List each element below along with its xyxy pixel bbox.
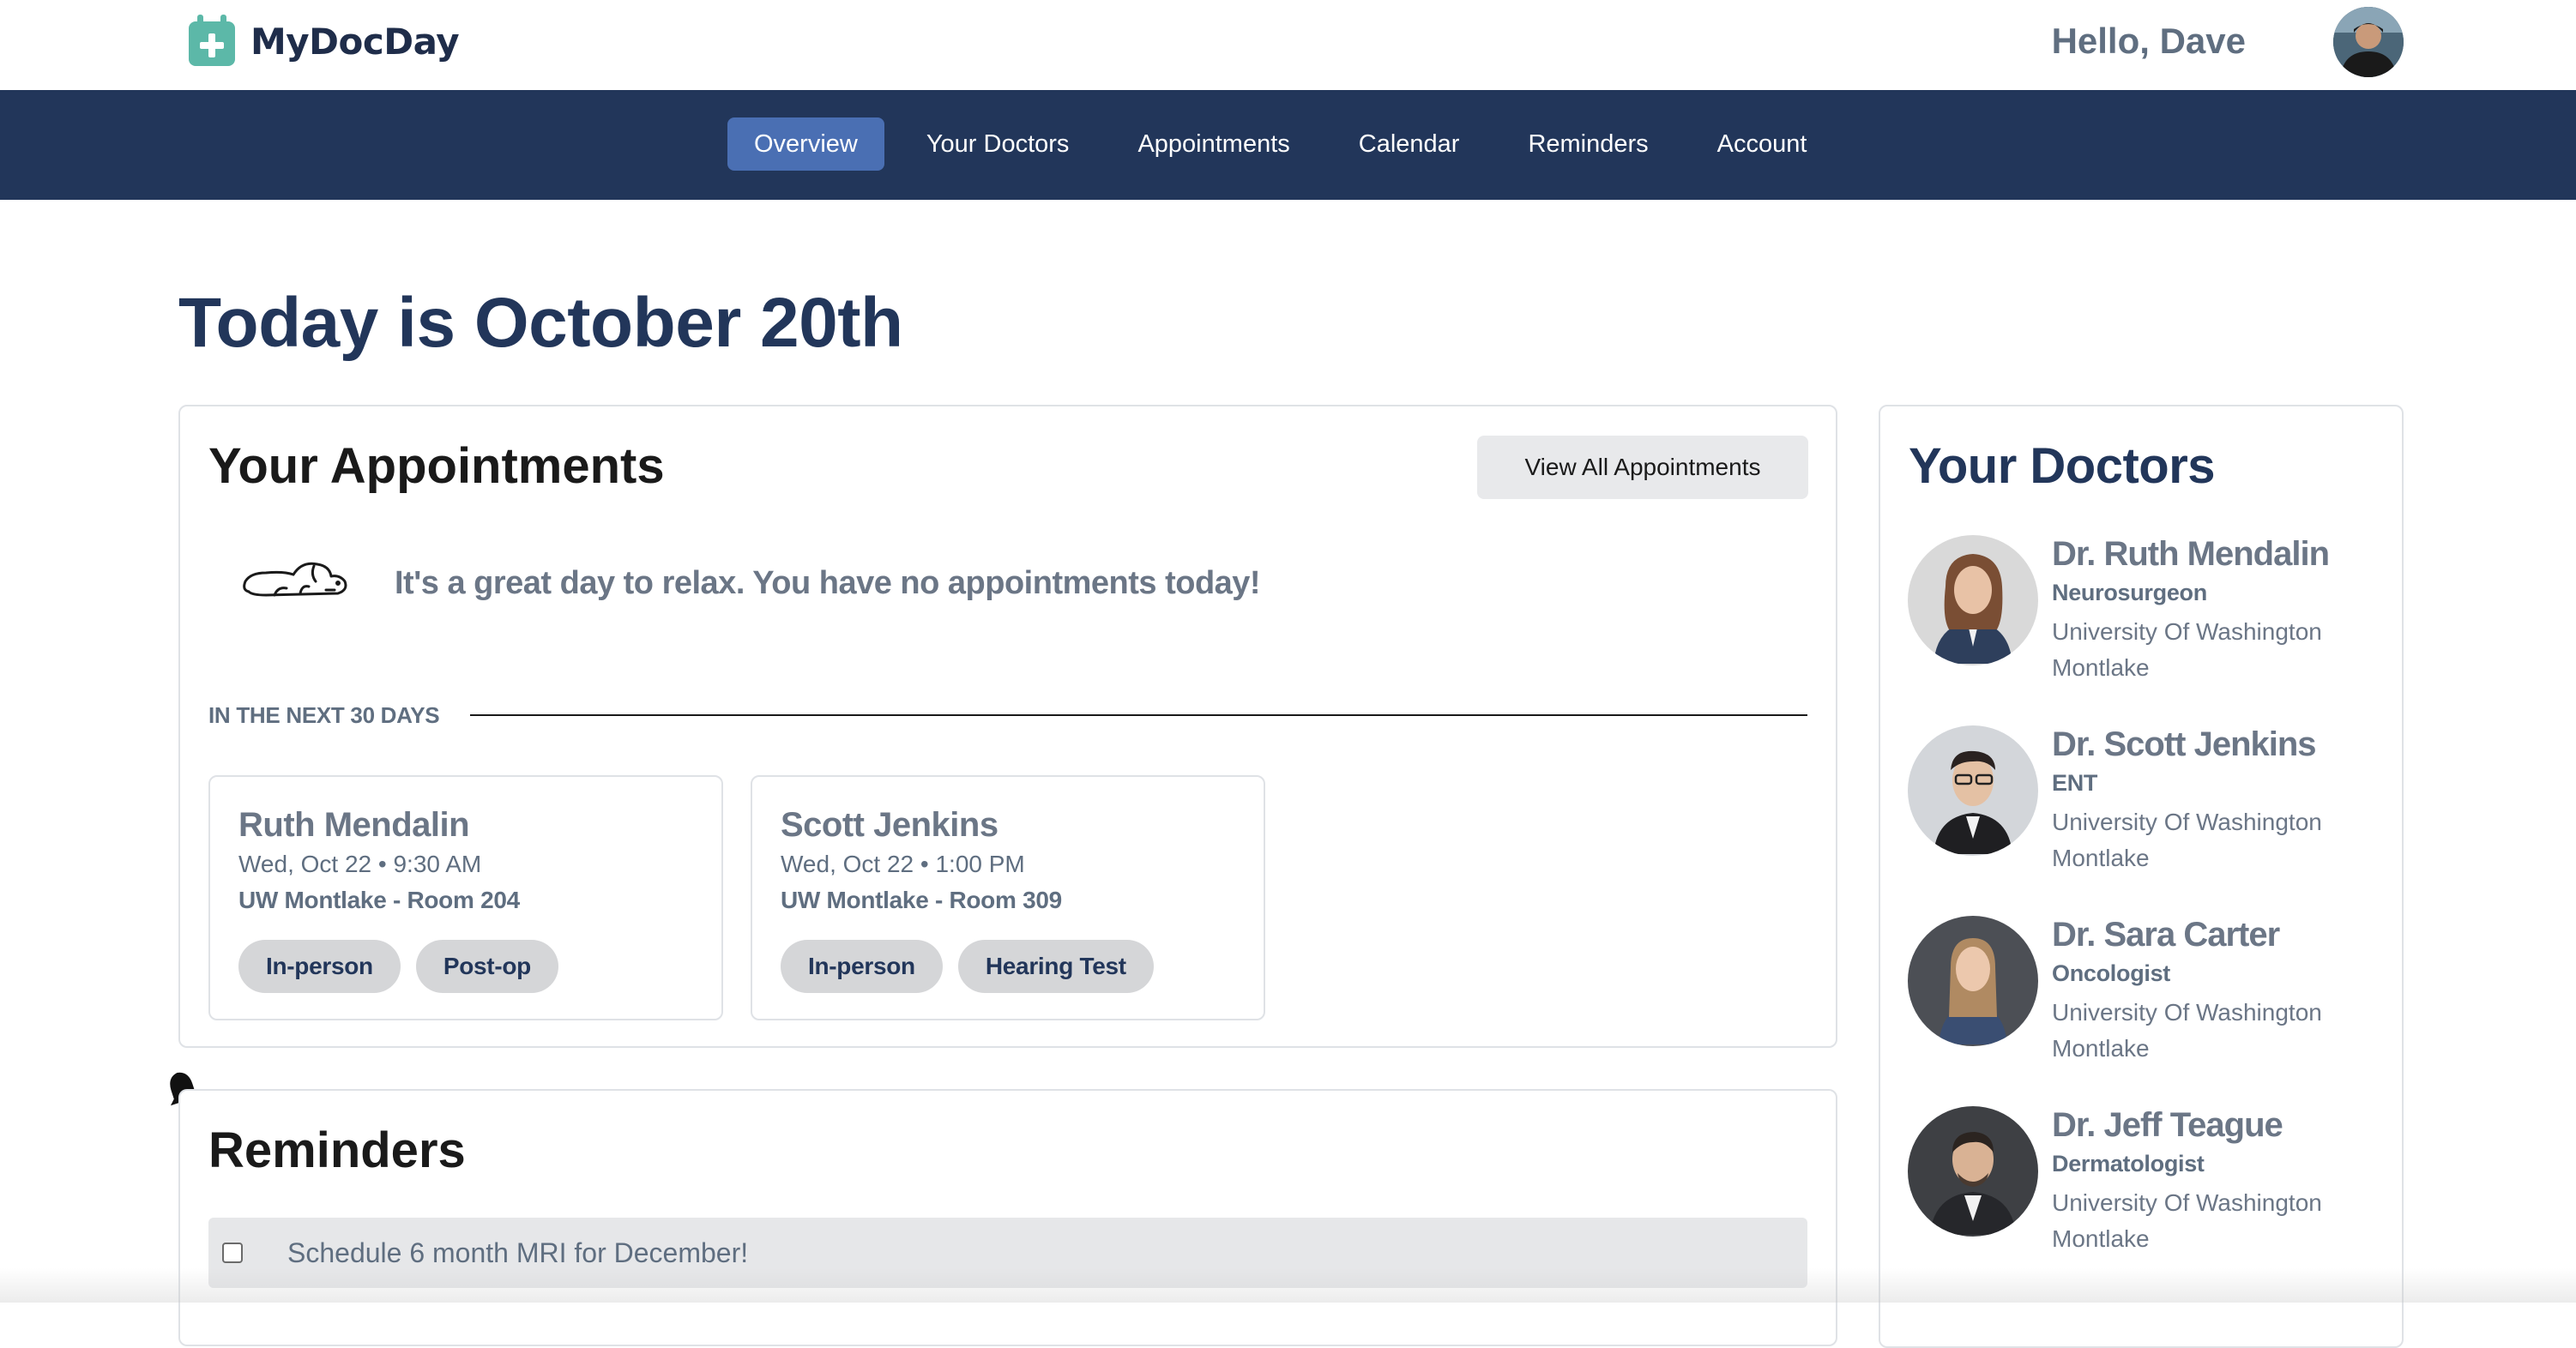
logo[interactable]: MyDocDay	[187, 14, 459, 69]
calendar-plus-icon	[187, 15, 237, 68]
appointment-location: UW Montlake - Room 309	[781, 887, 1062, 914]
reminder-checkbox[interactable]	[222, 1243, 243, 1263]
appointment-card[interactable]: Scott Jenkins Wed, Oct 22 • 1:00 PM UW M…	[751, 775, 1265, 1020]
doctors-card: Your Doctors Dr. Ruth Mendalin Neurosurg…	[1879, 405, 2404, 1348]
top-header: MyDocDay Hello, Dave	[0, 0, 2576, 90]
doctor-name: Dr. Ruth Mendalin	[2052, 535, 2329, 574]
appointment-doctor-name: Scott Jenkins	[781, 806, 998, 845]
doctor-institution: University Of Washington Montlake	[2052, 804, 2361, 876]
user-greeting: Hello, Dave	[2052, 21, 2246, 62]
doctor-specialty: Neurosurgeon	[2052, 580, 2207, 606]
doctor-item[interactable]: Dr. Sara Carter Oncologist University Of…	[1908, 916, 2388, 1087]
doctor-name: Dr. Jeff Teague	[2052, 1106, 2283, 1145]
appointment-time: Wed, Oct 22 • 9:30 AM	[238, 851, 481, 878]
view-all-appointments-button[interactable]: View All Appointments	[1477, 436, 1808, 499]
doctor-specialty: Oncologist	[2052, 960, 2170, 987]
no-appointments-message: It's a great day to relax. You have no a…	[395, 565, 1260, 602]
doctor-item[interactable]: Dr. Jeff Teague Dermatologist University…	[1908, 1106, 2388, 1278]
doctor-item[interactable]: Dr. Ruth Mendalin Neurosurgeon Universit…	[1908, 535, 2388, 707]
appointment-tag: In-person	[781, 940, 943, 993]
doctor-institution: University Of Washington Montlake	[2052, 614, 2361, 686]
upcoming-section-label: IN THE NEXT 30 DAYS	[208, 702, 439, 729]
reminders-card: Reminders Schedule 6 month MRI for Decem…	[178, 1089, 1837, 1346]
doctor-photo	[1908, 725, 2038, 856]
doctor-name: Dr. Sara Carter	[2052, 916, 2279, 954]
appointment-time: Wed, Oct 22 • 1:00 PM	[781, 851, 1025, 878]
nav-appointments[interactable]: Appointments	[1111, 117, 1316, 171]
doctor-institution: University Of Washington Montlake	[2052, 995, 2361, 1067]
nav-account[interactable]: Account	[1691, 117, 1834, 171]
nav-overview[interactable]: Overview	[727, 117, 884, 171]
doctor-item[interactable]: Dr. Scott Jenkins ENT University Of Wash…	[1908, 725, 2388, 897]
main-nav: Overview Your Doctors Appointments Calen…	[0, 90, 2576, 200]
appointment-tag: Hearing Test	[958, 940, 1154, 993]
nav-your-doctors[interactable]: Your Doctors	[900, 117, 1096, 171]
appointments-title: Your Appointments	[208, 437, 665, 495]
bottom-fade	[0, 1268, 2576, 1303]
nav-calendar[interactable]: Calendar	[1332, 117, 1487, 171]
doctor-specialty: Dermatologist	[2052, 1151, 2205, 1177]
reminder-text: Schedule 6 month MRI for December!	[287, 1237, 748, 1269]
doctor-name: Dr. Scott Jenkins	[2052, 725, 2316, 764]
appointments-card: Your Appointments View All Appointments …	[178, 405, 1837, 1048]
appointment-doctor-name: Ruth Mendalin	[238, 806, 469, 845]
doctor-photo	[1908, 535, 2038, 665]
appointment-tag: In-person	[238, 940, 401, 993]
app-name: MyDocDay	[250, 21, 459, 63]
appointment-location: UW Montlake - Room 204	[238, 887, 520, 914]
divider	[470, 714, 1807, 716]
doctor-institution: University Of Washington Montlake	[2052, 1185, 2361, 1257]
doctor-photo	[1908, 916, 2038, 1046]
doctors-title: Your Doctors	[1909, 437, 2215, 495]
appointment-tag: Post-op	[416, 940, 558, 993]
nav-reminders[interactable]: Reminders	[1501, 117, 1674, 171]
sleeping-dog-icon	[240, 552, 352, 604]
doctor-specialty: ENT	[2052, 770, 2097, 797]
reminders-title: Reminders	[208, 1122, 466, 1179]
doctor-photo	[1908, 1106, 2038, 1237]
page-title: Today is October 20th	[178, 283, 903, 364]
appointment-card[interactable]: Ruth Mendalin Wed, Oct 22 • 9:30 AM UW M…	[208, 775, 723, 1020]
avatar[interactable]	[2333, 7, 2404, 77]
